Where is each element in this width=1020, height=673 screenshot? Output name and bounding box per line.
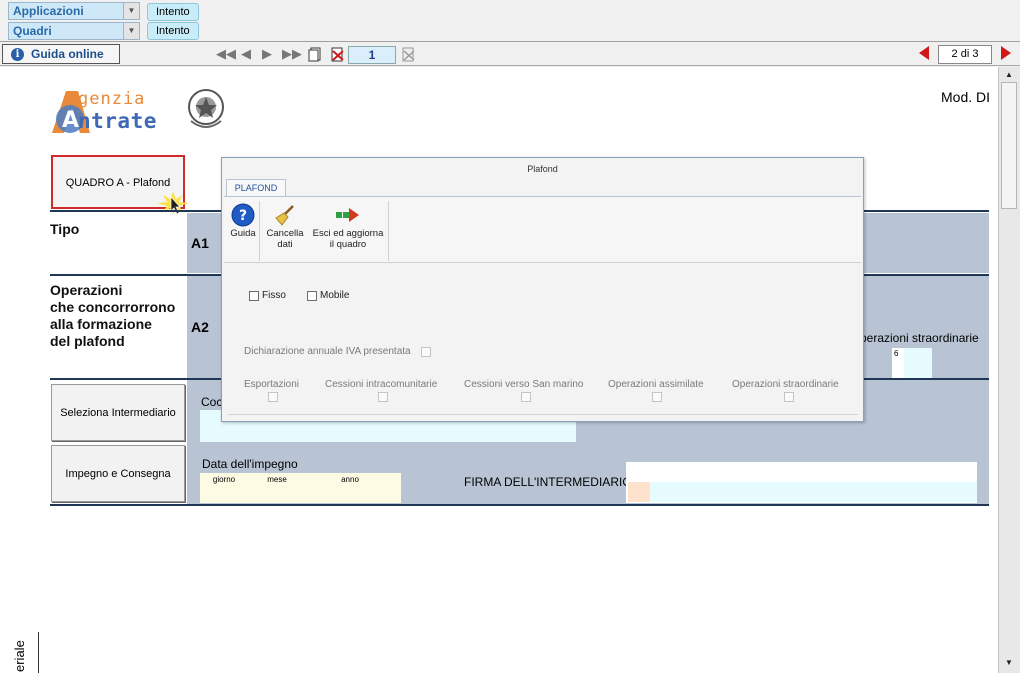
cancella-label: Cancella — [266, 228, 304, 239]
scroll-thumb[interactable] — [1001, 82, 1017, 209]
cessioni-intra-label: Cessioni intracomunitarie — [325, 379, 438, 390]
firma-checkbox-field[interactable] — [628, 482, 650, 502]
dichiarazione-label: Dichiarazione annuale IVA presentata — [244, 346, 411, 357]
quadri-select-value: Quadri — [13, 24, 52, 38]
data-impegno-input[interactable]: giorno mese anno — [200, 473, 401, 503]
plafond-dialog: Plafond PLAFOND ? Guida Cancella dati Es… — [221, 157, 864, 422]
next-page-arrow-icon[interactable] — [1001, 46, 1011, 60]
guida-button[interactable]: ? Guida — [227, 201, 259, 259]
dichiarazione-checkbox[interactable] — [421, 347, 431, 357]
impegno-consegna-button[interactable]: Impegno e Consegna — [51, 445, 185, 502]
operazioni-straordinarie-label: Operazioni straordinarie — [732, 379, 839, 390]
anno-label: anno — [341, 475, 359, 484]
next-page-icon[interactable]: ▶ — [262, 47, 272, 61]
dialog-title: Plafond — [527, 164, 558, 174]
cancella-dati-button[interactable]: Cancella dati — [262, 201, 308, 259]
scroll-down-icon[interactable]: ▼ — [1001, 656, 1017, 670]
mobile-label: Mobile — [320, 290, 350, 301]
operazioni-straordinarie-checkbox[interactable] — [784, 392, 794, 402]
operazioni-title-line: del plafond — [50, 333, 125, 349]
esportazioni-label: Esportazioni — [244, 379, 300, 390]
esci-label: Esci ed aggiorna — [312, 228, 384, 239]
side-tab-label: eriale — [12, 640, 27, 672]
intento-tab-applicazione[interactable]: Intento — [147, 3, 199, 21]
broom-icon — [275, 205, 294, 226]
mod-di-label: Mod. DI — [941, 89, 991, 105]
logo-text-agenzia: genzia — [78, 89, 146, 109]
help-icon: ? — [231, 203, 255, 227]
codice-fiscale-label: Coc — [201, 395, 223, 409]
section-rule — [50, 504, 989, 506]
new-page-icon[interactable] — [308, 47, 322, 62]
mobile-checkbox[interactable] — [307, 291, 317, 301]
operazioni-assimilate-label: Operazioni assimilate — [608, 379, 704, 390]
seleziona-intermediario-button[interactable]: Seleziona Intermediario — [51, 384, 185, 441]
disabled-page-icon — [402, 47, 415, 62]
page-number-field[interactable]: 1 — [348, 46, 396, 64]
exit-arrow-icon — [336, 208, 359, 222]
firma-input[interactable] — [650, 482, 977, 502]
tipo-title: Tipo — [50, 221, 80, 237]
operazioni-title-line: che concorrorrono — [50, 299, 176, 315]
mese-label: mese — [267, 475, 287, 484]
quadro-a-plafond-label: QUADRO A - Plafond — [65, 177, 171, 189]
top-bar: Applicazioni ▼ Quadri ▼ Intento Intento — [0, 0, 1020, 42]
giorno-label: giorno — [212, 475, 236, 484]
field-input-area[interactable] — [904, 348, 932, 378]
cessioni-san-marino-label: Cessioni verso San marino — [464, 379, 584, 390]
guida-label: Guida — [230, 228, 256, 239]
row-code-a2: A2 — [191, 319, 209, 335]
cessioni-intra-checkbox[interactable] — [378, 392, 388, 402]
esportazioni-checkbox[interactable] — [268, 392, 278, 402]
info-icon: i — [11, 48, 24, 61]
prev-page-arrow-icon[interactable] — [919, 46, 929, 60]
italian-emblem-icon — [188, 89, 224, 128]
tab-plafond[interactable]: PLAFOND — [226, 179, 286, 197]
previous-page-icon[interactable]: ◀ — [241, 47, 251, 61]
operazioni-title-line: alla formazione — [50, 316, 152, 332]
esci-aggiorna-button[interactable]: Esci ed aggiorna il quadro — [308, 201, 388, 259]
fisso-checkbox[interactable] — [249, 291, 259, 301]
ribbon: ? Guida Cancella dati Esci ed aggiorna i… — [224, 196, 861, 263]
field-number-label: 6 — [894, 349, 899, 358]
ribbon-separator — [259, 201, 260, 261]
svg-text:A: A — [62, 108, 79, 133]
operazioni-straordinarie-field[interactable]: 6 — [892, 348, 932, 378]
chevron-down-icon[interactable]: ▼ — [123, 23, 139, 39]
operazioni-title-line: Operazioni — [50, 282, 123, 298]
impegno-consegna-label: Impegno e Consegna — [65, 467, 171, 480]
applicazioni-select[interactable]: Applicazioni ▼ — [8, 2, 140, 20]
side-divider — [38, 632, 39, 673]
logo-text-entrate: ntrate — [78, 109, 157, 133]
agenzia-entrate-logo: A genzia ntrate — [48, 85, 228, 137]
operazioni-title: Operazioni che concorrorrono alla formaz… — [50, 282, 175, 350]
scroll-up-icon[interactable]: ▲ — [1001, 68, 1017, 82]
operazioni-straordinarie-doc-label: perazioni straordinarie — [860, 331, 979, 345]
guida-online-button[interactable]: i Guida online — [2, 44, 120, 64]
chevron-down-icon[interactable]: ▼ — [123, 3, 139, 19]
firma-intermediario-label: FIRMA DELL'INTERMEDIARIO — [464, 475, 632, 489]
esci-label-line2: il quadro — [329, 239, 367, 250]
operazioni-assimilate-checkbox[interactable] — [652, 392, 662, 402]
toolbar: i Guida online ◀◀ ◀ ▶ ▶▶ 1 2 di 3 — [0, 43, 1020, 66]
applicazioni-select-value: Applicazioni — [13, 4, 84, 18]
page-indicator: 2 di 3 — [938, 45, 992, 64]
quadri-select[interactable]: Quadri ▼ — [8, 22, 140, 40]
intento-tab-quadro[interactable]: Intento — [147, 22, 199, 40]
ribbon-separator — [388, 201, 389, 261]
first-page-icon[interactable]: ◀◀ — [216, 47, 236, 61]
fisso-label: Fisso — [262, 290, 286, 301]
dialog-body: Fisso Mobile Dichiarazione annuale IVA p… — [228, 267, 858, 415]
delete-page-icon[interactable] — [330, 47, 345, 62]
firma-box — [626, 462, 977, 503]
seleziona-intermediario-label: Seleziona Intermediario — [60, 406, 176, 419]
cancella-label-line2: dati — [277, 239, 293, 250]
data-impegno-label: Data dell'impegno — [202, 457, 298, 471]
last-page-icon[interactable]: ▶▶ — [282, 47, 302, 61]
cessioni-san-marino-checkbox[interactable] — [521, 392, 531, 402]
svg-text:?: ? — [239, 208, 247, 224]
row-code-a1: A1 — [191, 235, 209, 251]
guida-online-label: Guida online — [31, 47, 104, 61]
vertical-scrollbar[interactable]: ▲ ▼ — [998, 67, 1020, 673]
